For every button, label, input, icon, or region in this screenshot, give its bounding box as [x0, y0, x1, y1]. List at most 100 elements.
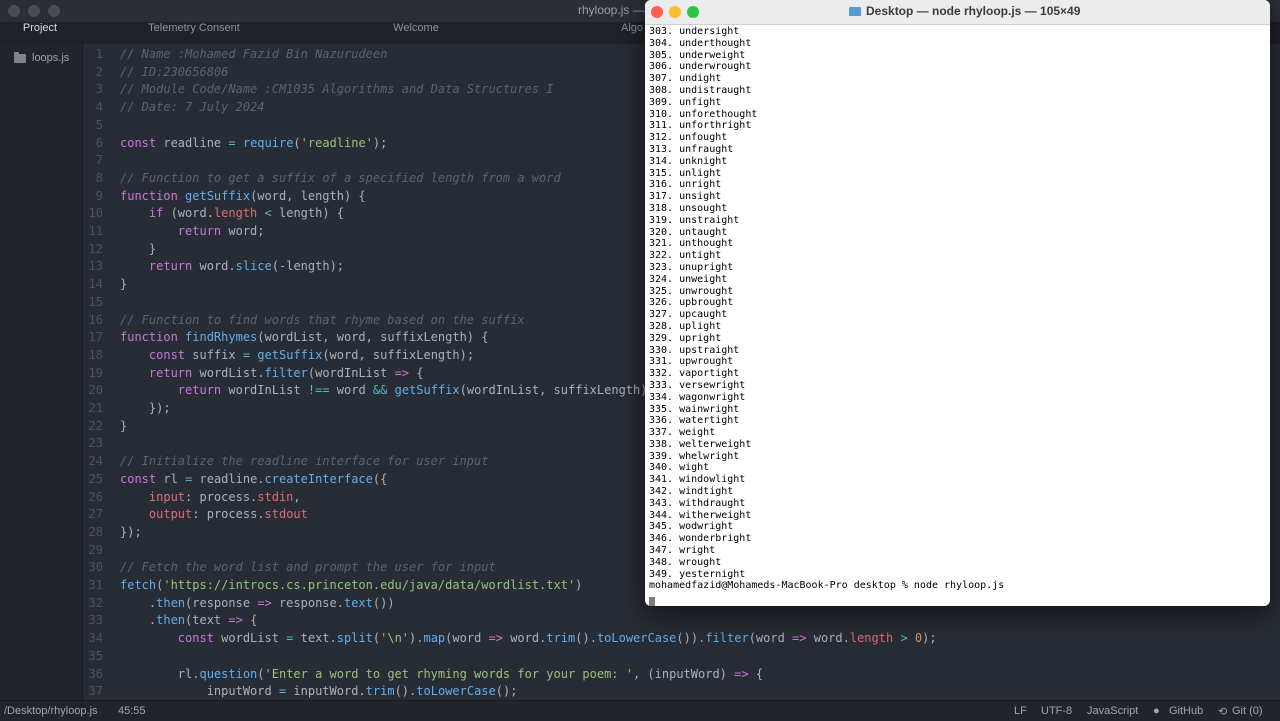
- editor-close-button[interactable]: [8, 5, 20, 17]
- code-line[interactable]: 13 return word.slice(-length);: [83, 258, 344, 276]
- code-token: text: [343, 595, 373, 610]
- code-line[interactable]: 23: [83, 435, 120, 453]
- code-line[interactable]: 29: [83, 542, 120, 560]
- code-line[interactable]: 14}: [83, 276, 128, 294]
- terminal-line: 333. versewright: [649, 379, 746, 391]
- code-line[interactable]: 35: [83, 648, 120, 666]
- tree-item-loops[interactable]: loops.js: [14, 51, 70, 64]
- code-line[interactable]: 6 const readline = require('readline');: [83, 135, 388, 153]
- code-token: createInterface: [264, 471, 373, 486]
- code-line[interactable]: 7: [83, 152, 120, 170]
- code-line[interactable]: 20 return wordInList !== word && getSuff…: [83, 382, 648, 400]
- code-token: {: [242, 613, 258, 628]
- code-token: const: [148, 347, 186, 362]
- code-line[interactable]: 10 if (word.length < length) {: [83, 205, 344, 223]
- status-cursor-position[interactable]: 45:55: [118, 705, 146, 717]
- terminal-output[interactable]: 303. undersight 304. underthought 305. und…: [649, 26, 1266, 606]
- code-line[interactable]: 15: [83, 294, 120, 312]
- code-line[interactable]: 2 // ID:230656806: [83, 64, 229, 82]
- code-token: <: [264, 206, 272, 221]
- code-line[interactable]: 30 // Fetch the word list and prompt the …: [83, 559, 496, 577]
- line-number: 4: [95, 100, 103, 115]
- code-line[interactable]: 3 // Module Code/Name :CM1035 Algorithms …: [83, 81, 554, 99]
- tree-item-label: loops.js: [32, 52, 70, 64]
- code-token: getSuffix: [394, 383, 460, 398]
- code-line[interactable]: 8 // Function to get a suffix of a specif…: [83, 170, 561, 188]
- line-number: 18: [88, 347, 103, 362]
- status-encoding[interactable]: UTF-8: [1041, 705, 1072, 717]
- code-line[interactable]: 17 function findRhymes(wordList, word, su…: [83, 329, 489, 347]
- tab-telemetry-consent[interactable]: Telemetry Consent: [104, 22, 284, 44]
- code-line[interactable]: 32 .then(response => response.text()): [83, 595, 395, 613]
- code-line[interactable]: 18 const suffix = getSuffix(word, suffix…: [83, 347, 475, 365]
- code-token: suffix: [185, 347, 243, 362]
- code-token: // Initialize the readline interface for…: [120, 454, 489, 469]
- code-line[interactable]: 28});: [83, 524, 142, 542]
- line-number: 22: [88, 418, 103, 433]
- code-line[interactable]: 26 input: process.stdin,: [83, 489, 301, 507]
- code-line[interactable]: 36 rl.question('Enter a word to get rhym…: [83, 666, 764, 684]
- code-line[interactable]: 11 return word;: [83, 223, 265, 241]
- editor-minimize-button[interactable]: [28, 5, 40, 17]
- tab-welcome[interactable]: Welcome: [300, 22, 532, 44]
- code-token: wordInList: [221, 383, 308, 398]
- editor-zoom-button[interactable]: [48, 5, 60, 17]
- code-line[interactable]: 27 output: process.stdout: [83, 506, 308, 524]
- code-token: // Module Code/Name :CM1035 Algorithms a…: [120, 82, 554, 97]
- code-token: : process.: [192, 507, 265, 522]
- code-token: ,: [293, 489, 301, 504]
- code-token: ).: [409, 631, 424, 646]
- terminal-line: 337. weight: [649, 427, 716, 439]
- status-grammar[interactable]: JavaScript: [1087, 705, 1138, 717]
- terminal-line: 324. unweight: [649, 273, 728, 285]
- code-line[interactable]: 4 // Date: 7 July 2024: [83, 99, 265, 117]
- terminal-cursor: [649, 597, 655, 606]
- terminal-line: 348. wrought: [649, 556, 722, 568]
- code-line[interactable]: 24 // Initialize the readline interface f…: [83, 453, 489, 471]
- code-line[interactable]: 37 inputWord = inputWord.trim().toLowerC…: [83, 683, 518, 701]
- status-git[interactable]: Git (0): [1232, 705, 1263, 717]
- terminal-line: 303. undersight: [649, 26, 740, 37]
- code-line[interactable]: 25 const rl = readline.createInterface({: [83, 471, 388, 489]
- terminal-line: 349. yesternight: [649, 568, 746, 580]
- code-line[interactable]: 1 // Name :Mohamed Fazid Bin Nazurudeen: [83, 46, 388, 64]
- code-token: : process.: [185, 489, 258, 504]
- code-token: input: [148, 489, 186, 504]
- line-number: 16: [88, 312, 103, 327]
- code-line[interactable]: 9 function getSuffix(word, length) {: [83, 188, 366, 206]
- line-number: 25: [88, 471, 103, 486]
- code-token: // Function to find words that rhyme bas…: [120, 312, 525, 327]
- code-line[interactable]: 19 return wordList.filter(wordInList => …: [83, 365, 424, 383]
- code-token: return: [177, 224, 222, 238]
- terminal-line: 341. windowlight: [649, 474, 746, 486]
- status-file-path[interactable]: /Desktop/rhyloop.js: [4, 705, 98, 717]
- code-token: &&: [372, 383, 388, 398]
- code-token: =: [242, 347, 251, 362]
- code-line[interactable]: 33 .then(text => {: [83, 612, 258, 630]
- code-line[interactable]: 22}: [83, 418, 128, 436]
- tab-project[interactable]: Project: [0, 22, 80, 44]
- code-line[interactable]: 16 // Function to find words that rhyme b…: [83, 312, 525, 330]
- status-line-ending[interactable]: LF: [1014, 705, 1027, 717]
- terminal-minimize-button[interactable]: [669, 6, 681, 18]
- terminal-close-button[interactable]: [651, 6, 663, 18]
- code-line[interactable]: 5: [83, 117, 120, 135]
- code-token: readline: [156, 135, 229, 150]
- code-token: =>: [394, 365, 410, 380]
- line-number: 34: [88, 631, 103, 646]
- terminal-zoom-button[interactable]: [687, 6, 699, 18]
- code-token: const: [120, 471, 157, 486]
- status-github[interactable]: GitHub: [1169, 705, 1203, 717]
- code-line[interactable]: 34 const wordList = text.split('\n').map…: [83, 630, 937, 648]
- terminal-line: 313. unfraught: [649, 143, 734, 155]
- terminal-line: 308. undistraught: [649, 84, 752, 96]
- terminal-line: 331. upwrought: [649, 356, 734, 368]
- code-line[interactable]: 31 fetch('https://introcs.cs.princeton.ed…: [83, 577, 583, 595]
- code-token: word.: [502, 631, 547, 646]
- code-token: =>: [228, 613, 243, 628]
- code-line[interactable]: 12 }: [83, 241, 157, 259]
- code-line[interactable]: 21 });: [83, 400, 171, 418]
- terminal-window[interactable]: Desktop — node rhyloop.js — 105×49 303. …: [645, 0, 1270, 606]
